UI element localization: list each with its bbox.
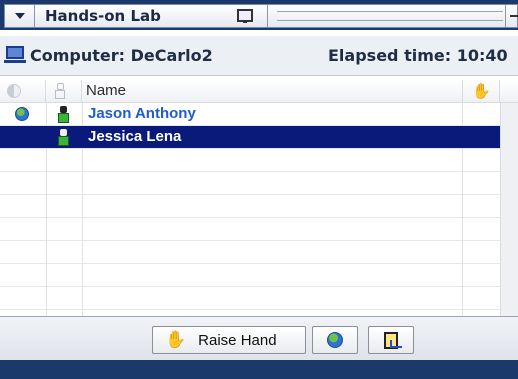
table-row[interactable]: Jessica Lena [0,126,500,149]
globe-icon [15,107,29,121]
table-row [0,264,500,287]
status-half-icon [7,84,21,98]
elapsed-time: Elapsed time: 10:40 [328,46,508,65]
menu-arrow-icon [14,13,25,19]
table-row[interactable]: Jason Anthony [0,103,500,126]
bottom-toolbar: ✋ Raise Hand [0,316,518,360]
participant-name: Jason Anthony [88,105,196,122]
header-user[interactable] [46,80,82,103]
title-bar: Hands-on Lab [0,0,518,30]
hand-icon: ✋ [165,330,187,350]
table-row [0,149,500,172]
title-drag-grip[interactable] [277,11,503,21]
person-outline-icon [55,83,65,99]
person-icon [58,106,69,123]
table-row [0,172,500,195]
status-bar [0,360,518,379]
title-bar-inner: Hands-on Lab [4,4,518,28]
raise-hand-label: Raise Hand [198,331,277,349]
header-hand[interactable]: ✋ [462,80,500,103]
grid-header: Name ✋ [0,80,518,103]
participant-grid: Name ✋ Jason Anthony Jessica Lena [0,80,518,316]
table-row [0,218,500,241]
monitor-icon[interactable] [237,9,253,23]
document-arrow-icon [384,331,402,349]
table-row [0,287,500,310]
document-button[interactable] [368,326,414,354]
header-status[interactable] [0,80,46,103]
computer-label: Computer: DeCarlo2 [30,46,213,65]
header-name[interactable]: Name [86,82,126,105]
globe-button[interactable] [312,326,358,354]
info-bar: Computer: DeCarlo2 Elapsed time: 10:40 [0,36,518,76]
title-separator [267,5,268,27]
table-row [0,241,500,264]
window-menu-button[interactable] [5,5,35,27]
vertical-scrollbar[interactable] [500,103,518,316]
person-icon [58,129,69,146]
participant-name: Jessica Lena [88,128,182,145]
minimize-icon[interactable] [505,5,518,27]
table-row [0,195,500,218]
globe-icon [327,332,343,348]
window-title: Hands-on Lab [45,7,161,25]
computer-icon [4,46,26,63]
hand-icon: ✋ [472,82,491,100]
raise-hand-button[interactable]: ✋ Raise Hand [152,326,306,354]
